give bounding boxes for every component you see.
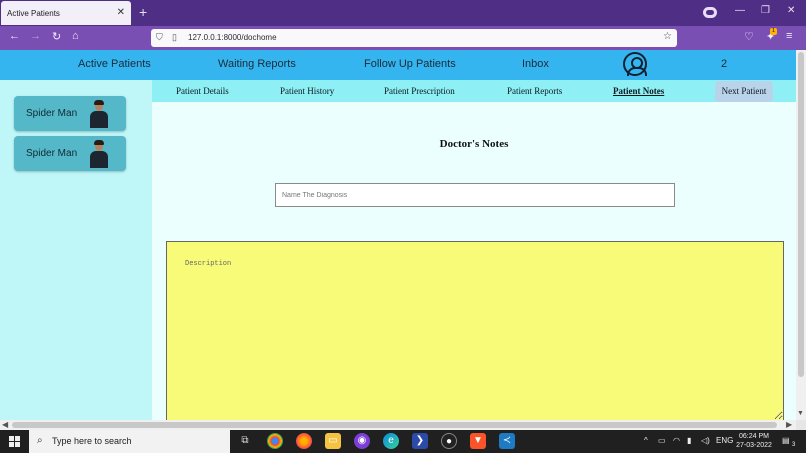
tray-wifi-icon[interactable]: ◠ xyxy=(673,436,680,445)
scrollbar-corner xyxy=(796,420,806,430)
page-title: Doctor's Notes xyxy=(439,138,509,150)
url-text[interactable]: 127.0.0.1:8000/dochome xyxy=(188,33,277,42)
private-mask-icon[interactable] xyxy=(703,7,717,18)
tab-patient-notes[interactable]: Patient Notes xyxy=(613,86,664,96)
tray-chevron-up-icon[interactable]: ^ xyxy=(644,436,648,445)
nav-follow-up-patients[interactable]: Follow Up Patients xyxy=(364,58,456,70)
reload-icon[interactable]: ↻ xyxy=(52,30,61,43)
hamburger-menu-icon[interactable]: ≡ xyxy=(786,30,792,42)
patient-sidebar: Spider Man Spider Man xyxy=(0,80,152,420)
notification-center-icon[interactable]: ▤ xyxy=(782,436,790,445)
page-content: Active Patients Waiting Reports Follow U… xyxy=(0,50,796,420)
scroll-down-icon[interactable]: ▼ xyxy=(797,410,804,417)
horizontal-scrollbar[interactable]: ◀ ▶ xyxy=(0,420,796,430)
tab-patient-prescription[interactable]: Patient Prescription xyxy=(384,86,455,96)
patient-avatar xyxy=(88,100,110,128)
clock-date: 27-03-2022 xyxy=(736,442,772,449)
diagnosis-input[interactable] xyxy=(275,183,675,207)
tab-title: Active Patients xyxy=(7,9,60,18)
browser-tab-bar: Active Patients ✕ + — ❐ ✕ xyxy=(0,0,806,26)
file-explorer-icon[interactable]: ▭ xyxy=(325,433,341,449)
github-icon[interactable]: ● xyxy=(441,433,457,449)
powershell-icon[interactable]: ❯ xyxy=(412,433,428,449)
back-arrow-icon[interactable]: ← xyxy=(9,30,20,42)
tor-icon[interactable]: ◉ xyxy=(354,433,370,449)
windows-taskbar: ⌕ Type here to search ⧉ ▭ ◉ e ❯ ● ▼ ≺ ^ … xyxy=(0,430,806,453)
tab-patient-history[interactable]: Patient History xyxy=(280,86,334,96)
notification-badge: 3 xyxy=(792,442,796,448)
main-panel: Patient Details Patient History Patient … xyxy=(152,80,796,420)
notification-count: 2 xyxy=(721,58,728,70)
horizontal-scroll-thumb[interactable] xyxy=(12,422,777,428)
taskbar-clock[interactable]: 06:24 PM 27-03-2022 xyxy=(735,432,773,450)
patient-card[interactable]: Spider Man xyxy=(14,136,126,171)
tray-volume-icon[interactable]: ◁) xyxy=(701,436,710,445)
description-textarea[interactable] xyxy=(166,241,784,420)
bookmark-star-icon[interactable]: ☆ xyxy=(663,31,672,42)
patient-avatar xyxy=(88,140,110,168)
tab-close-icon[interactable]: ✕ xyxy=(117,7,125,18)
nav-inbox[interactable]: Inbox xyxy=(522,58,549,70)
taskbar-search-placeholder: Type here to search xyxy=(52,436,132,446)
taskbar-search-box[interactable]: ⌕ Type here to search xyxy=(29,430,230,453)
close-window-icon[interactable]: ✕ xyxy=(787,5,795,16)
vscode-icon[interactable]: ≺ xyxy=(499,433,515,449)
chrome-icon[interactable] xyxy=(267,433,283,449)
tab-patient-details[interactable]: Patient Details xyxy=(176,86,229,96)
patient-card[interactable]: Spider Man xyxy=(14,96,126,131)
tab-patient-reports[interactable]: Patient Reports xyxy=(507,86,562,96)
new-tab-icon[interactable]: + xyxy=(139,4,147,20)
task-view-icon[interactable]: ⧉ xyxy=(237,433,253,449)
scroll-left-icon[interactable]: ◀ xyxy=(2,420,8,429)
top-navigation: Active Patients Waiting Reports Follow U… xyxy=(0,50,796,80)
home-icon[interactable]: ⌂ xyxy=(72,30,79,42)
vertical-scrollbar[interactable]: ▼ xyxy=(796,50,806,420)
vertical-scroll-thumb[interactable] xyxy=(798,52,804,377)
tray-display-icon[interactable]: ▭ xyxy=(658,436,666,445)
browser-tab-active-patients[interactable]: Active Patients ✕ xyxy=(1,1,131,25)
brave-icon[interactable]: ▼ xyxy=(470,433,486,449)
browser-nav-bar: ← → ↻ ⌂ ⛉ ▯ 127.0.0.1:8000/dochome ☆ ♡ ✦… xyxy=(0,26,806,50)
nav-waiting-reports[interactable]: Waiting Reports xyxy=(218,58,296,70)
windows-start-icon[interactable] xyxy=(9,436,20,447)
page-info-icon[interactable]: ▯ xyxy=(172,32,177,43)
edge-icon[interactable]: e xyxy=(383,433,399,449)
address-bar[interactable]: ⛉ ▯ 127.0.0.1:8000/dochome ☆ xyxy=(151,29,677,47)
shield-icon[interactable]: ⛉ xyxy=(156,32,163,43)
forward-arrow-icon[interactable]: → xyxy=(30,30,41,42)
nav-active-patients[interactable]: Active Patients xyxy=(78,58,151,70)
patient-name: Spider Man xyxy=(26,148,78,159)
tray-battery-icon[interactable]: ▮ xyxy=(687,436,691,445)
search-icon: ⌕ xyxy=(37,435,43,446)
extension-badge: 1 xyxy=(770,28,777,35)
tray-language[interactable]: ENG xyxy=(716,436,733,445)
restore-window-icon[interactable]: ❐ xyxy=(761,5,770,16)
firefox-icon[interactable] xyxy=(296,433,312,449)
scroll-right-icon[interactable]: ▶ xyxy=(786,420,792,429)
user-profile-icon[interactable] xyxy=(623,52,647,76)
next-patient-button[interactable]: Next Patient xyxy=(715,81,773,102)
pocket-icon[interactable]: ♡ xyxy=(744,30,754,43)
patient-tabs: Patient Details Patient History Patient … xyxy=(152,80,796,102)
clock-time: 06:24 PM xyxy=(739,433,769,440)
minimize-window-icon[interactable]: — xyxy=(735,5,745,16)
patient-name: Spider Man xyxy=(26,108,78,119)
